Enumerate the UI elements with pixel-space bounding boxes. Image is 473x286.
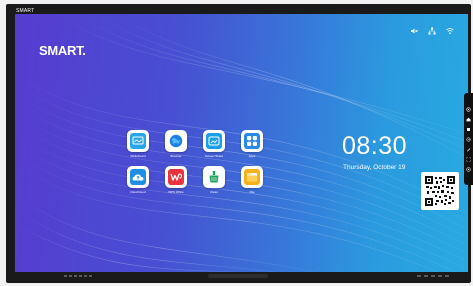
network-icon[interactable] (428, 22, 436, 35)
browser-icon (168, 133, 184, 149)
stop-icon[interactable] (466, 119, 471, 131)
wifi-icon[interactable] (446, 22, 454, 34)
app-grid: Whiteboard Browser Screen Share Apps Fil… (127, 130, 263, 194)
app-label: Screen Share (204, 154, 224, 158)
app-screen-share[interactable]: Screen Share (203, 130, 225, 158)
folder-icon (244, 169, 260, 185)
app-clean[interactable]: Clean (203, 166, 225, 194)
clean-icon (206, 169, 222, 185)
status-bar (410, 22, 454, 35)
bezel-sensor (208, 274, 268, 278)
mute-icon[interactable] (410, 22, 418, 34)
app-wps-office[interactable]: WPS Office (165, 166, 187, 194)
smart-logo: SMART. (39, 43, 86, 58)
app-label: Apps (248, 154, 256, 158)
bezel-buttons (417, 275, 449, 277)
apps-icon (244, 133, 260, 149)
cloud-upload-icon (130, 169, 146, 185)
app-label: File (249, 190, 255, 194)
home-screen: SMART. Whiteboard Browser Screen Share A… (15, 14, 468, 272)
home-icon[interactable] (466, 109, 471, 122)
app-label: Files/Cloud (130, 190, 146, 194)
qr-code-icon (425, 176, 455, 206)
wps-office-icon (168, 169, 184, 185)
app-whiteboard[interactable]: Whiteboard (127, 130, 149, 158)
settings-icon[interactable] (466, 99, 471, 112)
screenshot-icon[interactable] (466, 149, 471, 162)
pen-icon[interactable] (466, 139, 471, 152)
input-icon[interactable] (466, 129, 471, 142)
app-label: WPS Office (168, 190, 184, 194)
whiteboard-icon (130, 133, 146, 149)
app-label: Clean (210, 190, 218, 194)
app-file[interactable]: File (241, 166, 263, 194)
app-label: Browser (170, 154, 182, 158)
app-apps[interactable]: Apps (241, 130, 263, 158)
bezel-ports (64, 275, 92, 277)
app-browser[interactable]: Browser (165, 130, 187, 158)
clock-date: Thursday, October 19 (343, 164, 406, 171)
app-label: Whiteboard (130, 154, 146, 158)
clock-time: 08:30 (342, 132, 408, 160)
display-panel: SMART SMART. Whiteboard Browser Screen S… (6, 4, 471, 283)
apps-grid-icon[interactable] (466, 159, 471, 172)
bottom-bezel (6, 272, 471, 283)
app-cloud[interactable]: Files/Cloud (127, 166, 149, 194)
qr-code[interactable] (421, 172, 459, 210)
side-toolbar (464, 93, 473, 185)
screen-share-icon (206, 133, 222, 149)
